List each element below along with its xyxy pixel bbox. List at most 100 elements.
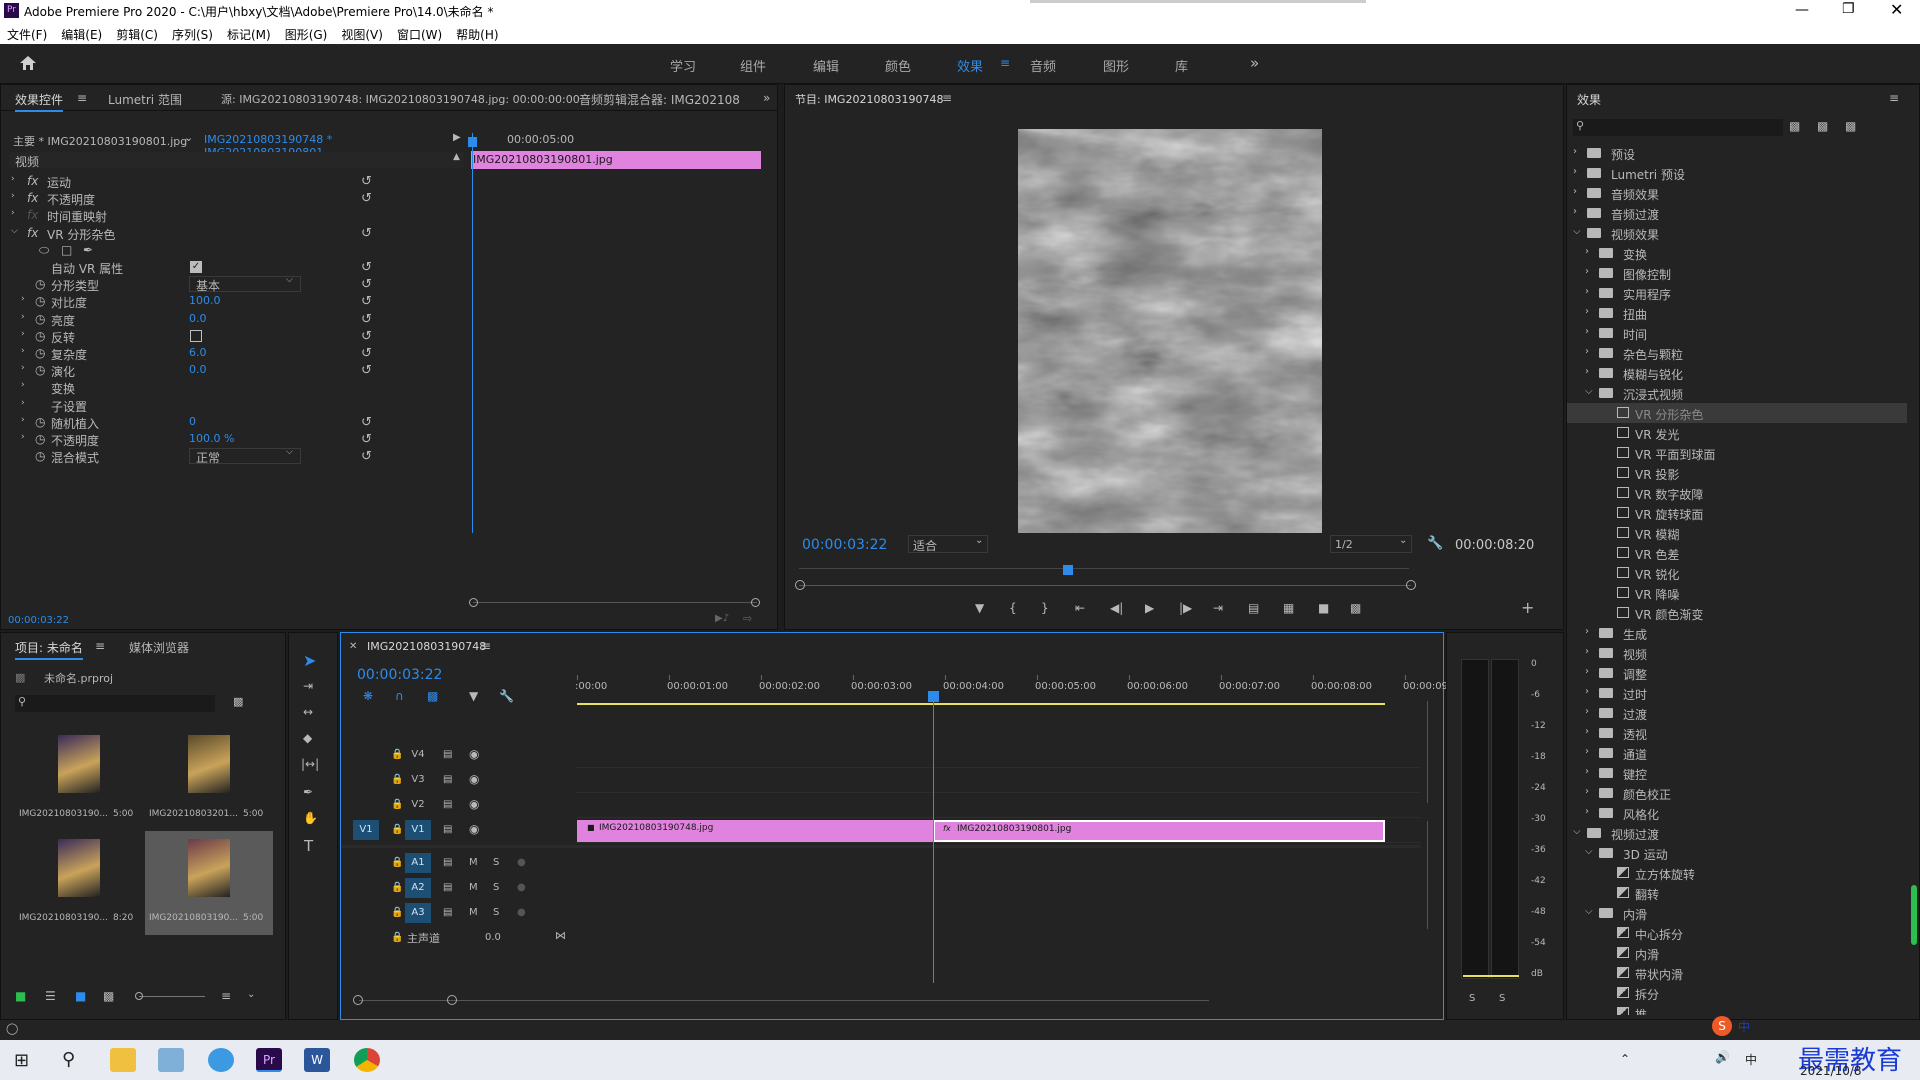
premiere-taskbar-icon[interactable]: Pr: [256, 1048, 282, 1072]
stopwatch-icon[interactable]: ◷: [35, 346, 45, 360]
reset-icon[interactable]: ↺: [361, 346, 372, 361]
lock-icon[interactable]: 🔒: [391, 749, 403, 760]
lock-icon[interactable]: ■: [15, 989, 26, 1003]
panel-menu-icon[interactable]: ≡: [1889, 91, 1899, 105]
reset-icon[interactable]: ↺: [361, 294, 372, 309]
linked-selection-icon[interactable]: ▩: [427, 689, 438, 703]
chevron-right-icon[interactable]: ›: [11, 208, 15, 218]
tab-effect-controls[interactable]: 效果控件: [15, 91, 64, 112]
step-forward-icon[interactable]: |▶: [1179, 601, 1192, 615]
effects-folder[interactable]: › 生成: [1567, 623, 1907, 643]
chevron-right-icon[interactable]: ›: [1585, 346, 1589, 357]
reset-icon[interactable]: ↺: [361, 363, 372, 378]
ime-indicator[interactable]: 中: [1745, 1051, 1757, 1068]
camera-icon[interactable]: ■: [1318, 601, 1329, 615]
lock-icon[interactable]: 🔒: [391, 774, 403, 785]
nest-icon[interactable]: ❋: [363, 689, 373, 703]
timeline-zoom-handle-right[interactable]: [447, 995, 457, 1005]
timeline-vscroll-video[interactable]: [1427, 701, 1428, 803]
reset-icon[interactable]: ↺: [361, 260, 372, 275]
stopwatch-icon[interactable]: ◷: [35, 277, 45, 291]
eye-icon[interactable]: ◉: [469, 772, 479, 786]
effect-item[interactable]: VR 旋转球面: [1567, 503, 1907, 523]
timeline-vscroll-audio[interactable]: [1427, 821, 1428, 929]
effects-folder[interactable]: › 透视: [1567, 723, 1907, 743]
reset-icon[interactable]: ↺: [361, 226, 372, 241]
chevron-right-icon[interactable]: ›: [21, 380, 25, 390]
track-name[interactable]: V4: [405, 745, 431, 765]
chevron-right-icon[interactable]: ›: [1585, 266, 1589, 277]
chevron-right-icon[interactable]: ›: [21, 432, 25, 442]
reset-icon[interactable]: ↺: [361, 312, 372, 327]
chevron-right-icon[interactable]: ›: [21, 294, 25, 304]
compare-view-icon[interactable]: ▩: [1350, 601, 1361, 615]
chevron-right-icon[interactable]: ›: [1585, 666, 1589, 677]
timeline-clip-selected[interactable]: fx IMG20210803190801.jpg: [933, 820, 1385, 842]
tab-media-browser[interactable]: 媒体浏览器: [129, 639, 189, 656]
chevron-right-icon[interactable]: ›: [1585, 726, 1589, 737]
chevron-right-icon[interactable]: ›: [1585, 706, 1589, 717]
effect-item[interactable]: VR 平面到球面: [1567, 443, 1907, 463]
wrench-icon[interactable]: 🔧: [499, 689, 514, 703]
workspace-tab[interactable]: 效果: [957, 56, 983, 75]
effects-folder[interactable]: › 杂色与颗粒: [1567, 343, 1907, 363]
effects-folder[interactable]: › 时间: [1567, 323, 1907, 343]
workspace-tab[interactable]: 编辑: [813, 56, 839, 75]
rectangle-mask-icon[interactable]: □: [61, 243, 72, 257]
timeline-zoom-bar[interactable]: [359, 1000, 1209, 1001]
reset-icon[interactable]: ↺: [361, 277, 372, 292]
effect-item[interactable]: VR 锐化: [1567, 563, 1907, 583]
chevron-right-icon[interactable]: ›: [1585, 786, 1589, 797]
lock-icon[interactable]: 🔒: [391, 932, 403, 943]
effects-folder[interactable]: › 键控: [1567, 763, 1907, 783]
chevron-down-icon[interactable]: ⌵: [1585, 906, 1593, 917]
pen-tool-icon[interactable]: ✒: [303, 785, 313, 799]
eye-icon[interactable]: ◉: [469, 797, 479, 811]
effects-folder[interactable]: ⌵ 3D 运动: [1567, 843, 1907, 863]
reset-icon[interactable]: ↺: [361, 174, 372, 189]
chevron-right-icon[interactable]: ›: [1585, 246, 1589, 257]
add-marker-icon[interactable]: ▼: [975, 601, 984, 615]
stopwatch-icon[interactable]: ◷: [35, 415, 45, 429]
workspace-tab[interactable]: 图形: [1103, 56, 1129, 75]
microphone-icon[interactable]: ●: [517, 907, 526, 918]
icon-view-icon[interactable]: ■: [75, 989, 86, 1003]
chevron-right-icon[interactable]: ›: [21, 329, 25, 339]
effects-folder[interactable]: ⌵ 沉浸式视频: [1567, 383, 1907, 403]
mute-button[interactable]: M: [469, 882, 478, 893]
reset-icon[interactable]: ↺: [361, 449, 372, 464]
chevron-right-icon[interactable]: ›: [1585, 766, 1589, 777]
32bit-effects-icon[interactable]: ▩: [1817, 119, 1828, 133]
program-zoom-bar[interactable]: [799, 585, 1411, 586]
tab-audio-clip-mixer[interactable]: 音频剪辑混合器: IMG202108: [579, 91, 739, 108]
program-frame[interactable]: [1018, 129, 1322, 533]
export-frame-icon[interactable]: ⇨: [743, 612, 752, 625]
app-icon[interactable]: [158, 1048, 184, 1072]
effect-item[interactable]: VR 降噪: [1567, 583, 1907, 603]
go-to-end-icon[interactable]: ⋈: [555, 929, 566, 942]
panel-menu-icon[interactable]: ≡: [481, 639, 491, 653]
solo-left-button[interactable]: S: [1469, 993, 1475, 1004]
ec-playhead[interactable]: [472, 133, 473, 533]
timeline-playhead[interactable]: [933, 693, 934, 983]
chevron-right-icon[interactable]: ›: [1585, 326, 1589, 337]
lock-icon[interactable]: 🔒: [391, 857, 403, 868]
work-area-bar[interactable]: [577, 703, 1385, 705]
slip-tool-icon[interactable]: |↔|: [301, 757, 319, 771]
chevron-right-icon[interactable]: ›: [1573, 186, 1577, 197]
effect-item[interactable]: VR 分形杂色: [1567, 403, 1907, 423]
microphone-icon[interactable]: ●: [517, 857, 526, 868]
add-marker-icon[interactable]: ▼: [469, 689, 478, 703]
stopwatch-icon[interactable]: ◷: [35, 449, 45, 463]
chevron-down-icon[interactable]: ⌄: [184, 131, 193, 144]
param-value[interactable]: 100.0 %: [189, 432, 234, 445]
project-item[interactable]: IMG20210803201... 5:00: [145, 727, 273, 831]
track-lane[interactable]: [575, 842, 1421, 843]
accelerated-effects-icon[interactable]: ▩: [1789, 119, 1800, 133]
panel-menu-icon[interactable]: ≡: [942, 91, 952, 105]
effect-item[interactable]: VR 颜色渐变: [1567, 603, 1907, 623]
chevron-right-icon[interactable]: ›: [1585, 626, 1589, 637]
fit-dropdown[interactable]: 适合 ⌄: [908, 535, 988, 553]
param-value[interactable]: 0.0: [189, 312, 207, 325]
track-name[interactable]: V1: [405, 820, 431, 840]
